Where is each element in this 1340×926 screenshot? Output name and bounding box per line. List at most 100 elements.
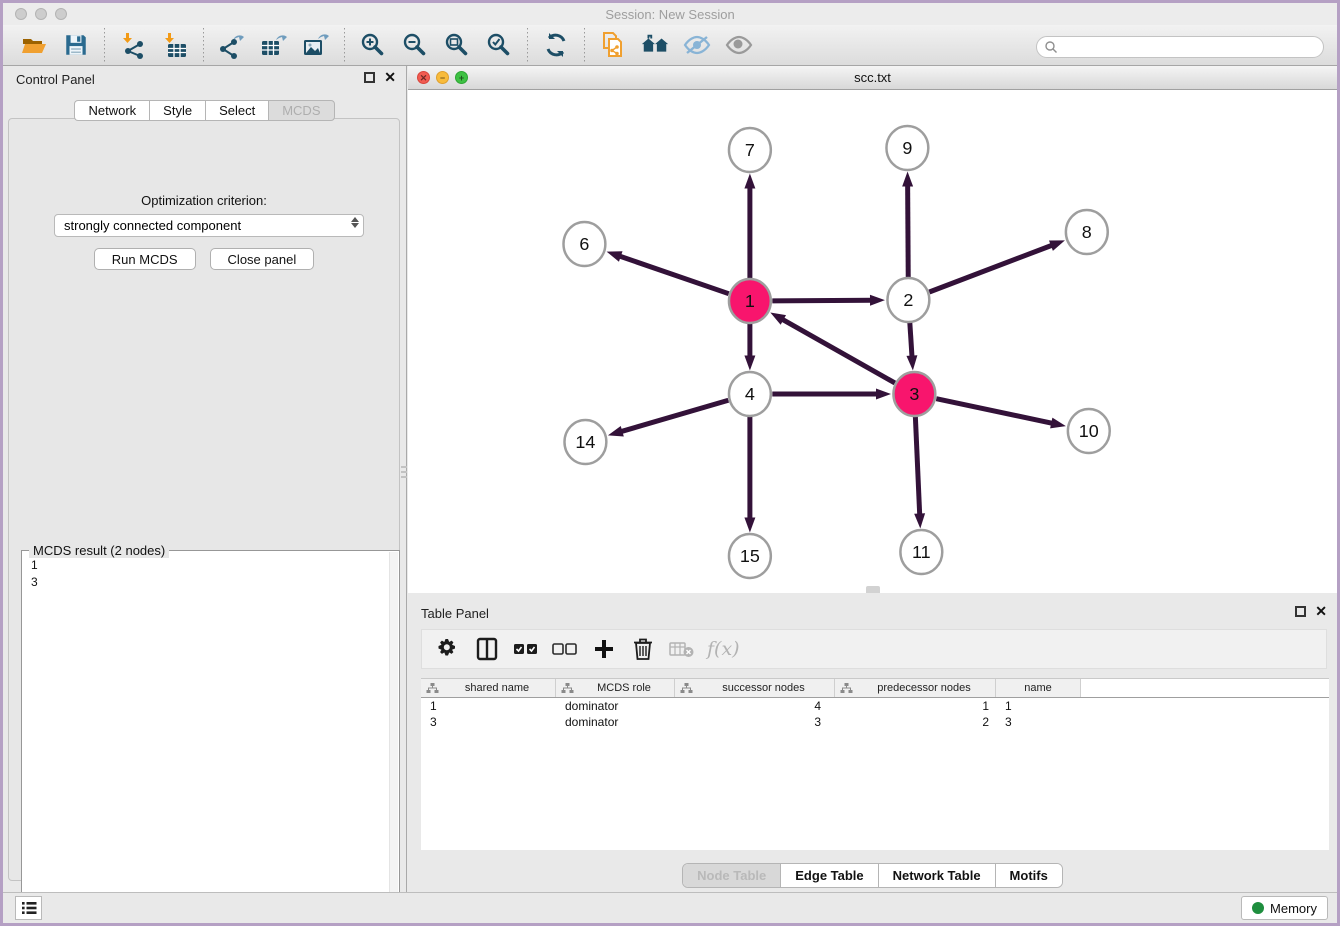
tab-mcds[interactable]: MCDS [268,100,334,121]
copy-network-icon[interactable] [598,30,628,60]
export-image-icon[interactable] [301,30,331,60]
column-header-shared-name[interactable]: shared name [421,679,556,697]
graph-node-label: 14 [575,432,595,452]
cell-name[interactable]: 1 [996,699,1081,713]
export-table-icon[interactable] [259,30,289,60]
memory-button[interactable]: Memory [1241,896,1328,920]
column-header-predecessor-nodes[interactable]: predecessor nodes [835,679,996,697]
close-panel-button[interactable]: Close panel [210,248,315,270]
float-table-panel-icon[interactable] [1295,606,1306,617]
tab-node-table[interactable]: Node Table [683,864,781,887]
tab-network[interactable]: Network [74,100,149,121]
graph-node-label: 8 [1082,222,1092,242]
neighbors-icon[interactable] [640,30,670,60]
deselect-all-icon[interactable] [551,636,579,662]
graph-edge-3-11[interactable] [915,416,919,516]
column-header-successor-nodes[interactable]: successor nodes [675,679,835,697]
tab-edge-table[interactable]: Edge Table [781,864,878,887]
node-table: shared name MCDS role successor nodes pr… [421,678,1329,850]
graph-arrowhead [607,251,623,261]
delete-icon[interactable] [629,636,657,662]
zoom-out-icon[interactable] [400,30,430,60]
tab-network-table[interactable]: Network Table [879,864,996,887]
cell-name[interactable]: 3 [996,715,1081,729]
graph-arrowhead [870,295,885,306]
tab-select[interactable]: Select [205,100,268,121]
table-row[interactable]: 3 dominator 3 2 3 [421,714,1329,730]
control-panel: Control Panel ✕ Network Style Select MCD… [3,66,407,898]
control-panel-header: Control Panel ✕ [3,66,406,92]
gear-icon[interactable] [434,636,462,662]
add-icon[interactable] [590,636,618,662]
cell-successor-nodes[interactable]: 4 [675,699,835,713]
columns-icon[interactable] [473,636,501,662]
network-canvas[interactable]: 7968124314101511 [408,90,1337,593]
memory-status-icon [1252,902,1264,914]
search-input[interactable] [1036,36,1324,58]
graph-edge-2-9[interactable] [908,183,909,277]
table-row[interactable]: 1 dominator 4 1 1 [421,698,1329,714]
show-details-icon[interactable] [724,30,754,60]
graph-edge-2-3[interactable] [910,322,912,358]
graph-node-label: 15 [740,546,760,566]
zoom-selected-icon[interactable] [484,30,514,60]
save-session-icon[interactable] [61,30,91,60]
close-window-icon[interactable] [15,8,27,20]
criterion-select[interactable]: strongly connected component [54,214,364,237]
cell-shared-name[interactable]: 1 [421,699,556,713]
tree-icon [561,682,574,694]
graph-arrowhead [744,518,755,533]
run-mcds-button[interactable]: Run MCDS [94,248,196,270]
cell-predecessor-nodes[interactable]: 1 [835,699,996,713]
graph-edge-1-2[interactable] [772,300,873,301]
optimization-criterion-label: Optimization criterion: [9,193,399,208]
toolbar-separator [584,28,585,62]
panel-splitter-handle[interactable] [401,458,407,486]
graph-edge-1-6[interactable] [618,256,729,294]
cell-successor-nodes[interactable]: 3 [675,715,835,729]
cell-shared-name[interactable]: 3 [421,715,556,729]
zoom-fit-icon[interactable] [442,30,472,60]
graph-node-label: 7 [745,140,755,160]
cell-predecessor-nodes[interactable]: 2 [835,715,996,729]
table-panel: Table Panel ✕ [408,600,1337,898]
graph-edge-3-10[interactable] [936,399,1054,424]
export-network-icon[interactable] [217,30,247,60]
graph-node-label: 1 [745,291,755,311]
network-titlebar[interactable]: ✕ − + scc.txt [408,66,1337,90]
graph-edge-3-1[interactable] [781,318,895,383]
network-graph: 7968124314101511 [408,90,1337,593]
graph-edge-4-14[interactable] [619,400,728,432]
table-panel-header: Table Panel ✕ [408,600,1337,626]
float-panel-icon[interactable] [364,72,375,83]
column-header-name[interactable]: name [996,679,1081,697]
close-table-panel-icon[interactable]: ✕ [1315,604,1327,619]
network-maximize-icon[interactable]: + [455,71,468,84]
graph-arrowhead [744,356,755,371]
zoom-in-icon[interactable] [358,30,388,60]
mcds-result-scrollbar[interactable] [389,552,398,925]
column-header-mcds-role[interactable]: MCDS role [556,679,675,697]
select-all-icon[interactable] [512,636,540,662]
graph-edge-2-8[interactable] [929,245,1053,292]
table-toolbar: f(x) [421,629,1327,669]
import-table-icon[interactable] [160,30,190,60]
network-close-icon[interactable]: ✕ [417,71,430,84]
close-panel-icon[interactable]: ✕ [384,70,396,85]
cell-mcds-role[interactable]: dominator [556,715,675,729]
minimize-window-icon[interactable] [35,8,47,20]
memory-label: Memory [1270,901,1317,916]
status-bar: Memory [3,892,1337,923]
graph-arrowhead [1050,418,1066,429]
canvas-resize-handle[interactable] [866,586,880,593]
tab-style[interactable]: Style [149,100,205,121]
open-session-icon[interactable] [19,30,49,60]
refresh-icon[interactable] [541,30,571,60]
hide-details-icon[interactable] [682,30,712,60]
maximize-window-icon[interactable] [55,8,67,20]
import-network-icon[interactable] [118,30,148,60]
network-minimize-icon[interactable]: − [436,71,449,84]
cell-mcds-role[interactable]: dominator [556,699,675,713]
tab-motifs[interactable]: Motifs [996,864,1062,887]
task-history-button[interactable] [15,896,42,920]
